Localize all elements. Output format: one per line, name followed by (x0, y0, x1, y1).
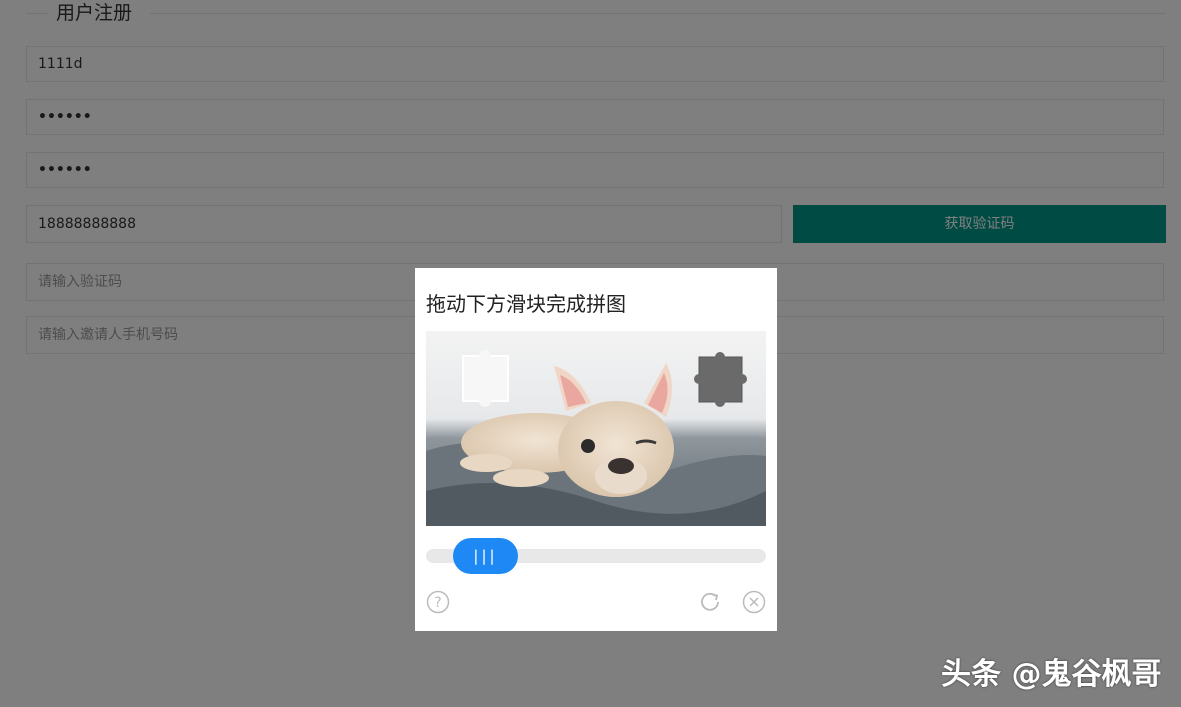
slider-handle[interactable]: ||| (453, 538, 518, 574)
puzzle-slot (694, 352, 747, 407)
help-icon[interactable]: ? (426, 590, 450, 614)
puzzle-image (426, 331, 766, 526)
svg-text:?: ? (434, 595, 441, 611)
puppy-photo (426, 331, 766, 526)
close-icon[interactable] (742, 590, 766, 614)
captcha-title: 拖动下方滑块完成拼图 (426, 292, 626, 316)
watermark-text: 头条 @鬼谷枫哥 (941, 657, 1162, 692)
refresh-icon[interactable] (698, 590, 722, 614)
captcha-modal: 拖动下方滑块完成拼图 ||| ? (415, 268, 777, 631)
puzzle-piece[interactable] (462, 350, 509, 407)
